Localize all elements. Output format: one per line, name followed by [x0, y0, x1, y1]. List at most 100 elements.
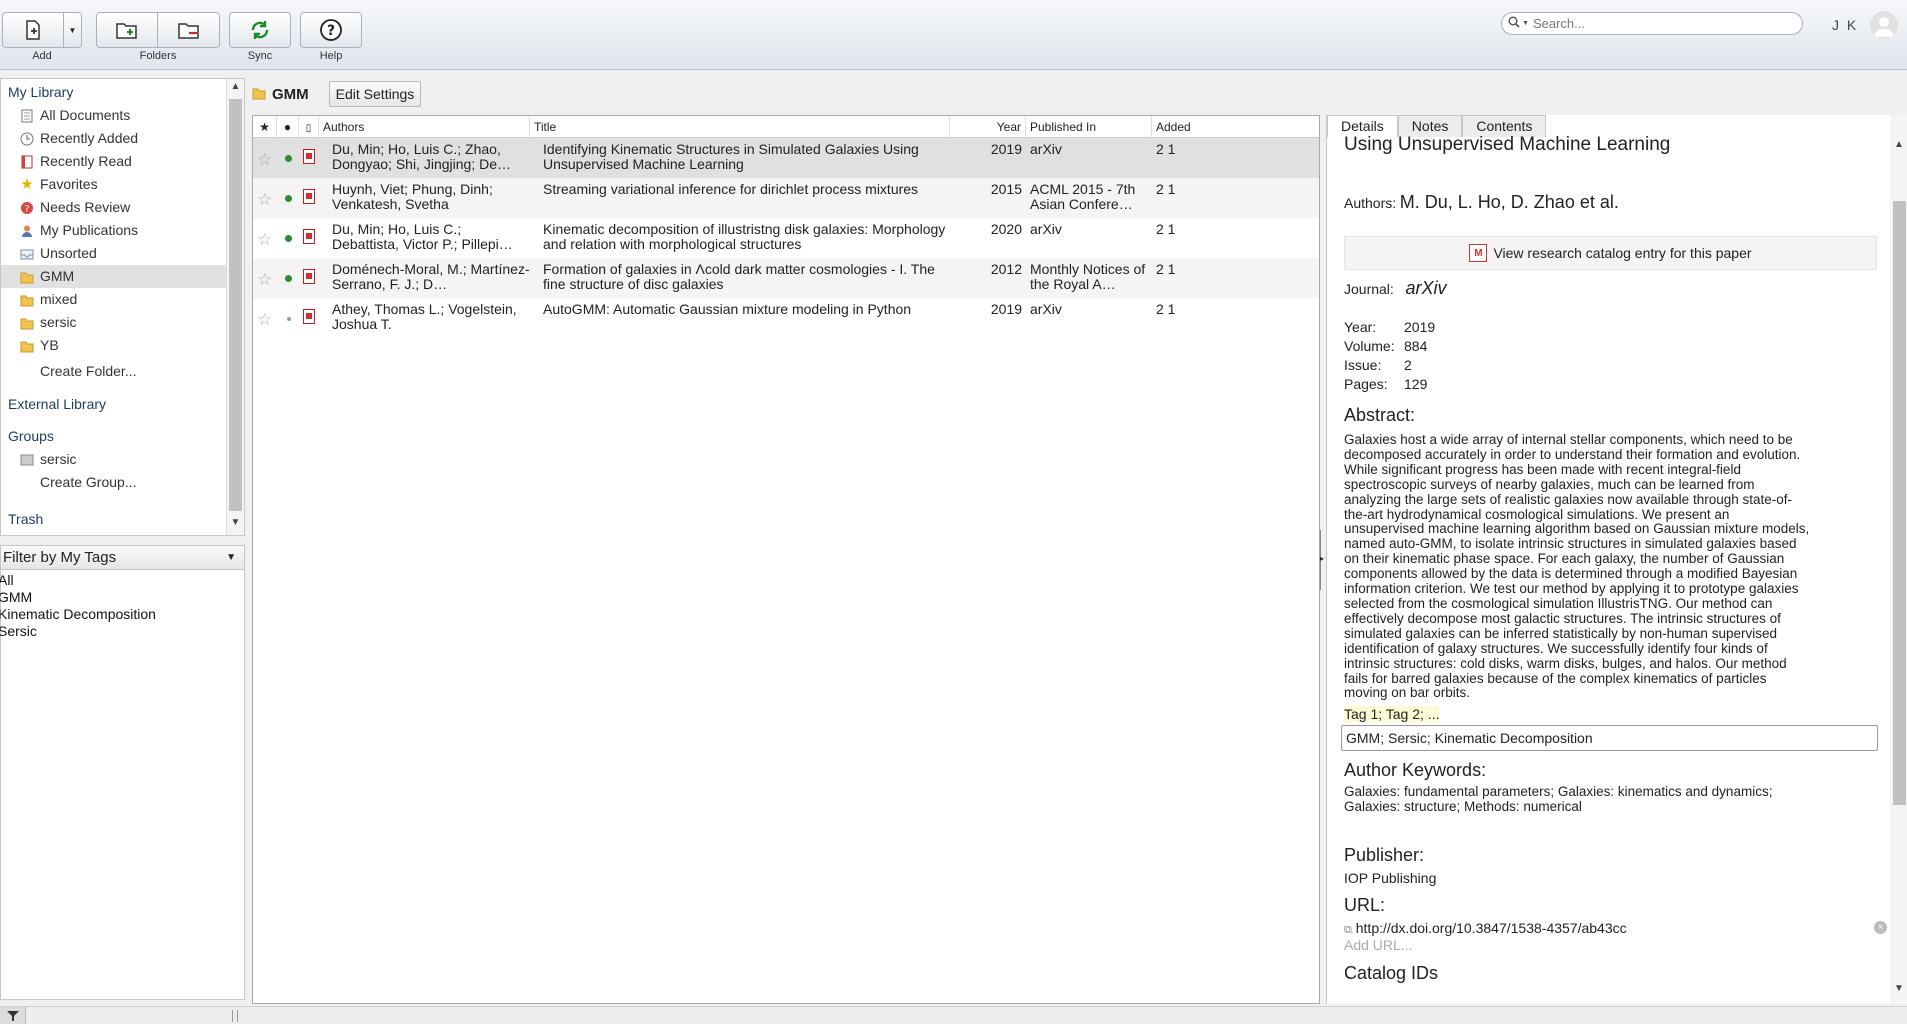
star-outline-icon[interactable]: ☆: [257, 150, 272, 170]
url-link[interactable]: http://dx.doi.org/10.3847/1538-4357/ab43…: [1356, 920, 1627, 936]
resize-grip-icon[interactable]: [232, 1010, 238, 1022]
pages-row: Pages: 129: [1344, 375, 1427, 394]
star-outline-icon[interactable]: ☆: [257, 310, 272, 330]
sidebar-item-label: Create Folder...: [40, 363, 137, 379]
read-dot-icon[interactable]: [287, 317, 291, 321]
tag-item-kinematic-decomposition[interactable]: Kinematic Decomposition: [0, 606, 244, 623]
abstract-heading: Abstract:: [1344, 405, 1416, 425]
delete-folder-button[interactable]: [158, 12, 220, 48]
row-added: 2 1: [1156, 182, 1176, 197]
chevron-up-icon[interactable]: ▲: [1890, 139, 1907, 157]
sidebar-item-my-publications[interactable]: My Publications: [1, 219, 244, 242]
star-outline-icon[interactable]: ☆: [257, 270, 272, 290]
unread-dot-icon[interactable]: [285, 235, 292, 242]
table-row[interactable]: ☆ Athey, Thomas L.; Vogelstein, Joshua T…: [253, 298, 1319, 338]
tag-item-sersic[interactable]: Sersic: [0, 623, 244, 640]
publisher-value[interactable]: IOP Publishing: [1344, 870, 1436, 886]
view-catalog-button[interactable]: M View research catalog entry for this p…: [1344, 236, 1877, 270]
issue-value[interactable]: 2: [1404, 357, 1412, 373]
create-group-link[interactable]: Create Group...: [1, 471, 244, 494]
search-input[interactable]: [1532, 16, 1793, 31]
sidebar-item-group-sersic[interactable]: sersic: [1, 448, 244, 471]
trash-heading[interactable]: Trash: [1, 508, 244, 531]
added-column-header[interactable]: Added: [1152, 116, 1319, 138]
read-status-column-header[interactable]: ●: [277, 116, 299, 138]
chevron-down-icon[interactable]: ▼: [227, 517, 244, 535]
table-row[interactable]: ☆ Du, Min; Ho, Luis C.; Debattista, Vict…: [253, 218, 1319, 258]
sidebar-item-label: All Documents: [40, 107, 131, 123]
sidebar-item-sersic[interactable]: sersic: [1, 311, 244, 334]
file-column-header[interactable]: ▯: [299, 116, 319, 138]
year-value[interactable]: 2019: [1404, 319, 1435, 335]
sidebar-scrollbar[interactable]: ▲ ▼: [226, 79, 244, 535]
add-document-button[interactable]: [2, 12, 64, 48]
tag-filter-dropdown[interactable]: Filter by My Tags ▼: [1, 546, 244, 570]
author-keywords-text[interactable]: Galaxies: fundamental parameters; Galaxi…: [1344, 784, 1884, 815]
chevron-up-icon[interactable]: ▲: [227, 81, 244, 99]
tag-item-all[interactable]: All: [0, 572, 244, 589]
sidebar-item-favorites[interactable]: ★ Favorites: [1, 173, 244, 196]
external-link-icon[interactable]: ⧉: [1344, 924, 1352, 936]
pdf-icon[interactable]: [303, 269, 315, 284]
abstract-line: information criterion. We test our metho…: [1344, 581, 1799, 597]
document-title[interactable]: Using Unsupervised Machine Learning: [1344, 133, 1884, 157]
volume-value[interactable]: 884: [1404, 338, 1427, 354]
sidebar-item-all-documents[interactable]: All Documents: [1, 104, 244, 127]
unread-dot-icon[interactable]: [285, 155, 292, 162]
journal-value[interactable]: arXiv: [1405, 278, 1446, 298]
sync-button[interactable]: [229, 12, 291, 48]
pdf-icon[interactable]: [303, 149, 315, 164]
sidebar-item-recently-added[interactable]: Recently Added: [1, 127, 244, 150]
sidebar-item-yb[interactable]: YB: [1, 334, 244, 357]
authors-column-header[interactable]: Authors: [319, 116, 530, 138]
tags-input[interactable]: GMM; Sersic; Kinematic Decomposition: [1341, 725, 1878, 751]
tag-item-gmm[interactable]: GMM: [0, 589, 244, 606]
create-folder-link[interactable]: Create Folder...: [1, 360, 244, 383]
year-column-header[interactable]: Year: [950, 116, 1026, 138]
scrollbar-thumb[interactable]: [1893, 201, 1906, 805]
table-row[interactable]: ☆ Huynh, Viet; Phung, Dinh; Venkatesh, S…: [253, 178, 1319, 218]
star-outline-icon[interactable]: ☆: [257, 230, 272, 250]
favorite-column-header[interactable]: ★: [253, 116, 277, 138]
filter-toggle-button[interactable]: [0, 1007, 26, 1024]
chevron-down-icon[interactable]: ▼: [1890, 983, 1907, 1001]
authors-value[interactable]: M. Du, L. Ho, D. Zhao et al.: [1400, 192, 1619, 212]
my-library-heading[interactable]: My Library: [1, 81, 244, 104]
title-column-header[interactable]: Title: [530, 116, 950, 138]
sidebar-item-mixed[interactable]: mixed: [1, 288, 244, 311]
pdf-icon[interactable]: [303, 229, 315, 244]
details-scrollbar[interactable]: ▲ ▼: [1890, 115, 1907, 1004]
star-outline-icon[interactable]: ☆: [257, 190, 272, 210]
abstract-line: the-art hydrodynamical cosmological simu…: [1344, 506, 1730, 522]
add-dropdown-button[interactable]: ▼: [64, 12, 82, 48]
sidebar-item-recently-read[interactable]: Recently Read: [1, 150, 244, 173]
search-icon: [1508, 16, 1522, 31]
pages-value[interactable]: 129: [1404, 376, 1427, 392]
pdf-icon[interactable]: [303, 189, 315, 204]
unread-dot-icon[interactable]: [285, 275, 292, 282]
issue-row: Issue: 2: [1344, 356, 1412, 375]
search-dropdown-icon[interactable]: ▼: [1522, 20, 1529, 27]
row-authors: Athey, Thomas L.; Vogelstein, Joshua T.: [332, 302, 517, 332]
clear-url-icon[interactable]: ×: [1874, 921, 1887, 934]
scrollbar-thumb[interactable]: [229, 99, 242, 511]
folder-header: GMM Edit Settings: [252, 80, 422, 108]
sidebar-item-unsorted[interactable]: Unsorted: [1, 242, 244, 265]
edit-settings-button[interactable]: Edit Settings: [328, 81, 422, 107]
abstract-text[interactable]: Galaxies host a wide array of internal s…: [1344, 432, 1884, 701]
search-box[interactable]: ▼: [1501, 12, 1803, 35]
table-row[interactable]: ☆ Du, Min; Ho, Luis C.; Zhao, Dongyao; S…: [253, 138, 1319, 178]
pdf-icon[interactable]: [303, 309, 315, 324]
add-url-link[interactable]: Add URL...: [1344, 937, 1412, 953]
table-row[interactable]: ☆ Doménech-Moral, M.; Martínez-Serrano, …: [253, 258, 1319, 298]
sidebar-item-needs-review[interactable]: ? Needs Review: [1, 196, 244, 219]
new-folder-button[interactable]: [96, 12, 158, 48]
published-in-column-header[interactable]: Published In: [1026, 116, 1152, 138]
external-library-heading[interactable]: External Library: [1, 393, 244, 416]
help-button[interactable]: ?: [300, 12, 362, 48]
groups-heading[interactable]: Groups: [1, 425, 244, 448]
unread-dot-icon[interactable]: [285, 195, 292, 202]
sidebar-item-gmm[interactable]: GMM: [1, 265, 244, 288]
abstract-line: fails for barred galaxies because of the…: [1344, 670, 1767, 686]
avatar[interactable]: [1870, 11, 1898, 39]
